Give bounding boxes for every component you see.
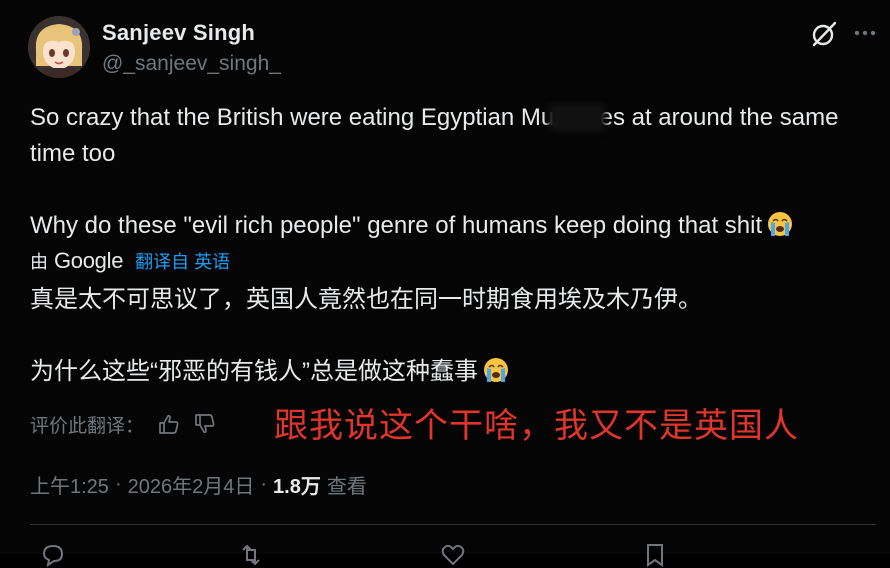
avatar[interactable] (28, 16, 90, 78)
views-label: 查看 (326, 476, 367, 498)
divider (30, 524, 876, 525)
tweet-line2: Why do these "evil rich people" genre of… (30, 212, 763, 239)
rate-translation-label: 评价此翻译： (30, 415, 145, 437)
tweet-card: Sanjeev Singh @_sanjeev_singh_ So crazy … (0, 0, 890, 568)
reply-icon[interactable] (40, 542, 66, 568)
translated-line2: 为什么这些“邪恶的有钱人”总是做这种蠢事 (30, 358, 478, 385)
view-count: 1.8万 (273, 476, 321, 498)
tweet-line1-before: So crazy that the British were eating Eg… (30, 104, 555, 131)
author-display-name[interactable]: Sanjeev Singh (102, 20, 255, 46)
by-label: 由 (30, 252, 48, 272)
tweet-text: So crazy that the British were eating Eg… (30, 100, 870, 244)
crying-emoji (768, 212, 793, 236)
crying-emoji (483, 358, 508, 382)
translated-line1: 真是太不可思议了，英国人竟然也在同一时期食用埃及木乃伊。 (30, 286, 702, 313)
google-logo: Google (54, 248, 124, 273)
tweet-meta: 上午1:25 · 2026年2月4日 · 1.8万 查看 (30, 470, 367, 499)
more-icon[interactable] (852, 20, 878, 46)
redacted-text: mmi (548, 100, 606, 136)
translated-from-link[interactable]: 翻译自 英语 (135, 248, 230, 274)
like-icon[interactable] (440, 542, 466, 568)
translated-text: 真是太不可思议了，英国人竟然也在同一时期食用埃及木乃伊。 为什么这些“邪恶的有钱… (30, 282, 870, 390)
grok-icon[interactable] (810, 20, 838, 48)
redaction-blur (548, 104, 606, 132)
thumbs-down-icon[interactable] (194, 413, 216, 435)
translated-by: 由 Google 翻译自 英语 (30, 248, 230, 274)
tweet-time[interactable]: 上午1:25 (30, 470, 109, 499)
rate-translation: 评价此翻译： (30, 410, 216, 438)
red-annotation: 跟我说这个干啥，我又不是英国人 (274, 407, 799, 445)
thumbs-up-icon[interactable] (158, 413, 180, 435)
meta-separator: · (260, 473, 268, 495)
bookmark-icon[interactable] (642, 542, 668, 568)
author-handle[interactable]: @_sanjeev_singh_ (102, 52, 281, 76)
tweet-date[interactable]: 2026年2月4日 (128, 470, 255, 499)
meta-separator: · (114, 473, 122, 495)
repost-icon[interactable] (238, 542, 264, 568)
